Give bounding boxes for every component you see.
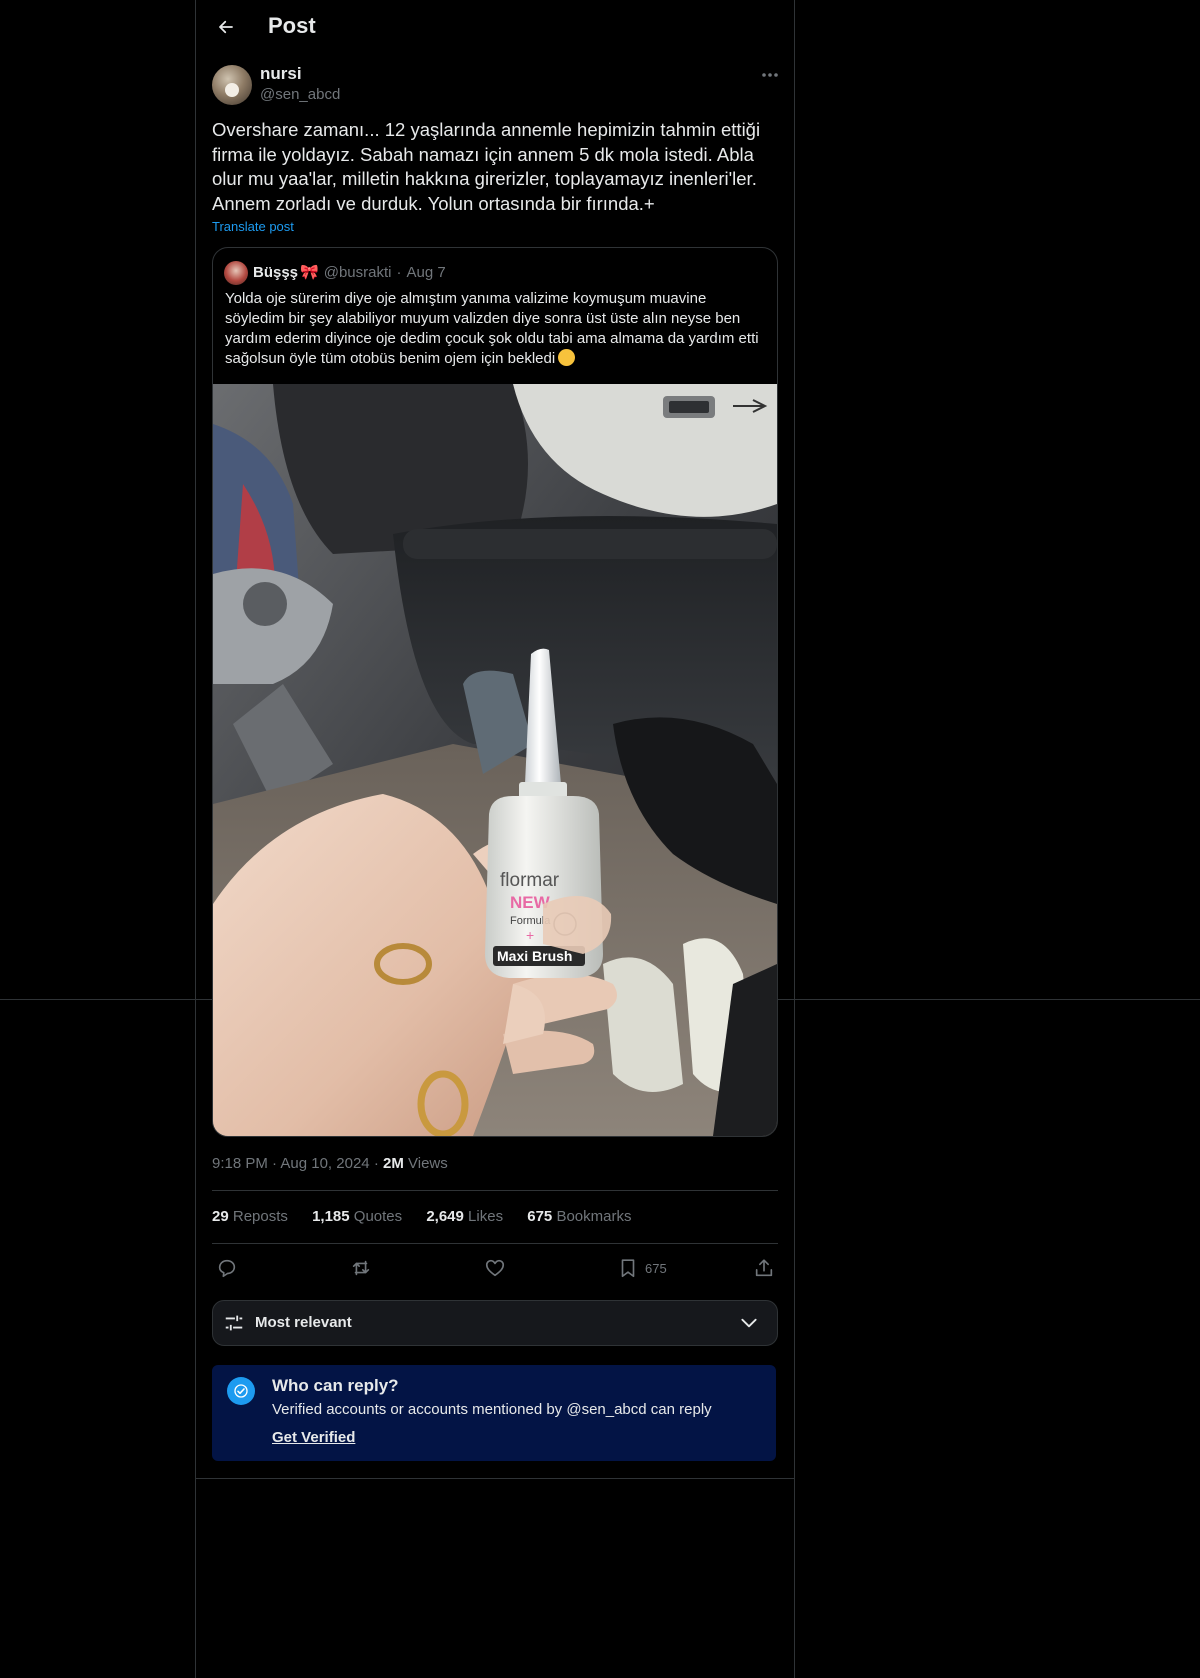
quotes-label: Quotes [353, 1208, 403, 1225]
quoted-author-name: Büşşş [253, 264, 299, 281]
bookmarks-label: Bookmarks [556, 1208, 632, 1225]
reply-sort-dropdown[interactable]: Most relevant [212, 1300, 778, 1346]
likes-count: 2,649 [426, 1208, 464, 1225]
bookmark-button[interactable]: 675 [617, 1256, 667, 1280]
post-text: Overshare zamanı... 12 yaşlarında anneml… [212, 119, 761, 214]
quoted-post[interactable]: Büşşş 🎀 @busrakti · Aug 7 Yolda oje sürerim … [212, 247, 778, 1137]
likes-label: Likes [468, 1208, 504, 1225]
quoted-text-body: Yolda oje sürerim diye oje almıştım yanı… [225, 290, 759, 367]
separator-dot: · [396, 264, 402, 281]
quotes-stat[interactable]: 1,185 Quotes [312, 1208, 402, 1225]
translate-post-link[interactable]: Translate post [212, 219, 294, 234]
reposts-stat[interactable]: 29 Reposts [212, 1208, 288, 1225]
back-button[interactable] [210, 11, 242, 43]
bookmark-count: 675 [645, 1260, 667, 1276]
quoted-text: Yolda oje sürerim diye oje almıştım yanı… [225, 289, 769, 369]
chevron-down-icon [741, 1318, 757, 1328]
who-can-reply-title: Who can reply? [272, 1376, 399, 1395]
bookmarks-count: 675 [527, 1208, 553, 1225]
avatar[interactable] [212, 65, 252, 105]
column-border-left [195, 0, 196, 1678]
divider-end [196, 1478, 794, 1479]
bookmarks-stat[interactable]: 675 Bookmarks [527, 1208, 631, 1225]
divider-top-stats [212, 1190, 778, 1191]
quoted-date: Aug 7 [406, 264, 446, 281]
quoted-author-handle: @busrakti [323, 264, 392, 281]
quotes-count: 1,185 [312, 1208, 350, 1225]
shushing-face-emoji [558, 349, 576, 366]
bow-emoji: 🎀 [300, 264, 319, 281]
divider-bottom-stats [212, 1243, 778, 1244]
quoted-media-photo[interactable]: flormar NEW Formula + Maxi Brush [213, 384, 777, 1136]
who-can-reply-description: Verified accounts or accounts mentioned … [272, 1401, 712, 1418]
reply-button[interactable] [216, 1256, 238, 1280]
photo-nail-polish: flormar NEW Formula + Maxi Brush [213, 384, 777, 1136]
sort-label: Most relevant [255, 1314, 352, 1331]
more-options-button[interactable] [756, 64, 784, 86]
meta-separator-2: · [373, 1155, 383, 1172]
post-date[interactable]: Aug 10, 2024 [280, 1155, 369, 1172]
repost-button[interactable] [350, 1256, 372, 1280]
author-handle[interactable]: @sen_abcd [260, 86, 340, 103]
more-icon [762, 73, 778, 77]
reposts-label: Reposts [232, 1208, 288, 1225]
share-button[interactable] [753, 1256, 775, 1280]
reply-icon [218, 1259, 236, 1278]
share-icon [755, 1259, 773, 1277]
who-can-reply-notice: Who can reply? Verified accounts or acco… [212, 1365, 776, 1461]
page-title: Post [268, 13, 316, 38]
column-border-right [794, 0, 795, 1678]
views-label: Views [408, 1155, 448, 1172]
reposts-count: 29 [212, 1208, 229, 1225]
avatar-photo [225, 83, 239, 97]
likes-stat[interactable]: 2,649 Likes [426, 1208, 503, 1225]
engagement-stats: 29 Reposts 1,185 Quotes 2,649 Likes 675 … [212, 1208, 651, 1225]
bottle-plus: + [526, 927, 534, 943]
like-icon [485, 1259, 505, 1277]
quoted-avatar [224, 261, 248, 285]
bottle-product: Maxi Brush [497, 948, 572, 964]
page-header: Post [196, 0, 794, 54]
get-verified-link[interactable]: Get Verified [272, 1429, 355, 1446]
post-meta: 9:18 PM · Aug 10, 2024 · 2M Views [212, 1155, 448, 1172]
views-count: 2M [382, 1155, 404, 1172]
quoted-header: Büşşş 🎀 @busrakti · Aug 7 [253, 263, 446, 281]
sliders-icon [225, 1315, 243, 1331]
like-button[interactable] [484, 1256, 506, 1280]
bottle-brand: flormar [500, 870, 560, 891]
author-name[interactable]: nursi [260, 64, 302, 84]
bookmark-icon [621, 1259, 635, 1278]
verified-badge-icon [227, 1377, 255, 1405]
back-arrow-icon [219, 20, 233, 34]
post-time[interactable]: 9:18 PM [212, 1155, 268, 1172]
repost-icon [352, 1260, 370, 1276]
